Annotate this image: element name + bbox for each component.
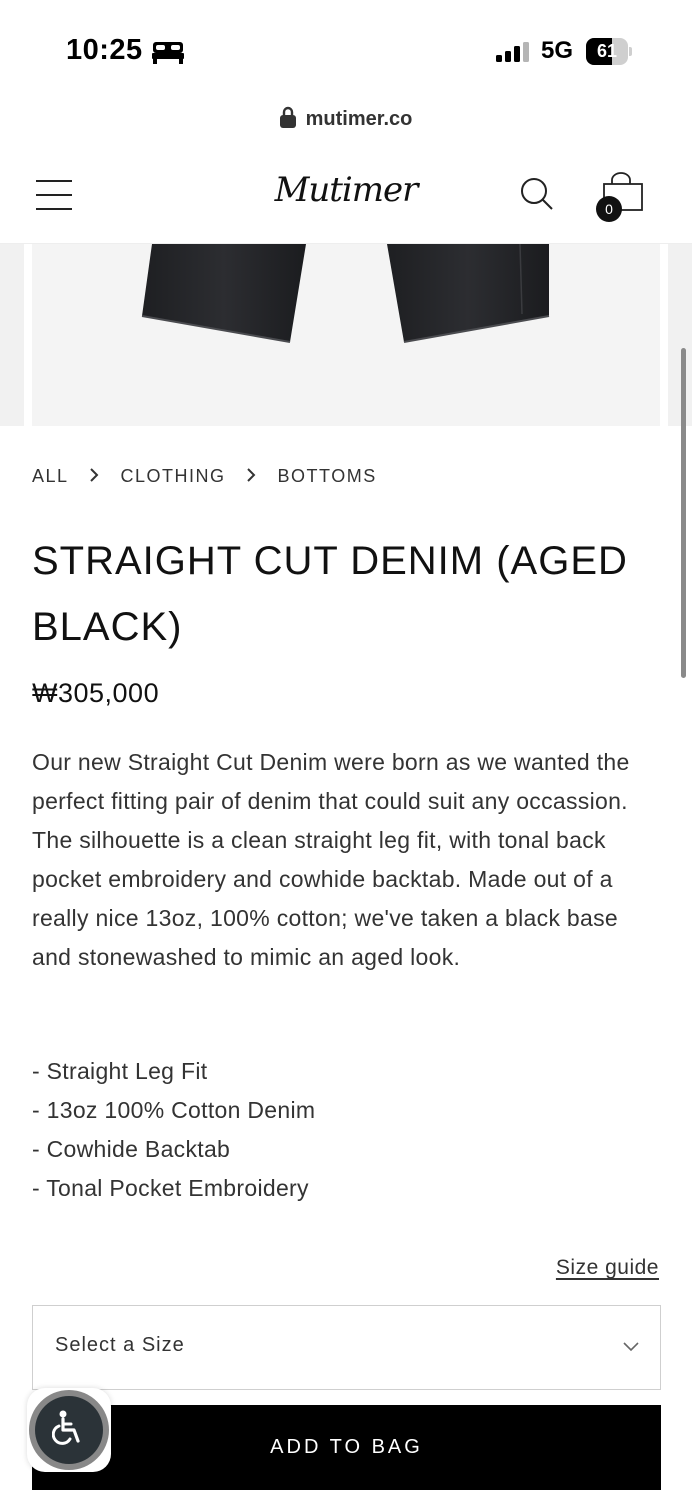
status-time: 10:25	[66, 34, 143, 66]
chevron-down-icon	[622, 1340, 640, 1358]
site-header: Mutimer 0	[0, 150, 692, 244]
product-price: ₩305,000	[32, 678, 160, 708]
product-image[interactable]	[32, 244, 660, 426]
breadcrumb: ALL CLOTHING BOTTOMS	[32, 466, 377, 487]
chevron-right-icon	[89, 466, 99, 487]
accessibility-icon	[51, 1410, 86, 1451]
signal-icon	[496, 42, 532, 67]
page-scrollbar[interactable]	[681, 348, 686, 678]
breadcrumb-clothing[interactable]: CLOTHING	[121, 466, 226, 487]
product-description: Our new Straight Cut Denim were born as …	[32, 749, 630, 970]
gallery-next-image[interactable]	[668, 244, 692, 426]
accessibility-button[interactable]	[27, 1388, 111, 1472]
breadcrumb-bottoms[interactable]: BOTTOMS	[278, 466, 377, 487]
bag-count-badge: 0	[596, 196, 622, 222]
feature-item: - 13oz 100% Cotton Denim	[32, 1097, 316, 1123]
feature-item: - Straight Leg Fit	[32, 1058, 208, 1084]
product-features: - Straight Leg Fit - 13oz 100% Cotton De…	[32, 1052, 662, 1208]
feature-item: - Tonal Pocket Embroidery	[32, 1175, 309, 1201]
site-logo[interactable]: Mutimer	[246, 170, 446, 210]
status-bar: 10:25 5G 61	[0, 0, 692, 100]
feature-item: - Cowhide Backtab	[32, 1136, 231, 1162]
battery-level: 61	[596, 41, 618, 61]
address-bar[interactable]: mutimer.co	[0, 106, 692, 136]
lock-icon	[279, 106, 296, 133]
product-gallery[interactable]	[0, 244, 692, 426]
chevron-right-icon	[246, 466, 256, 487]
size-select-placeholder: Select a Size	[55, 1334, 185, 1356]
size-select[interactable]: Select a Size	[32, 1305, 661, 1390]
network-type: 5G	[541, 37, 574, 64]
menu-icon[interactable]	[36, 178, 72, 212]
search-icon[interactable]	[520, 177, 554, 216]
gallery-prev-image[interactable]	[0, 244, 24, 426]
url-text: mutimer.co	[305, 108, 413, 130]
breadcrumb-all[interactable]: ALL	[32, 466, 69, 487]
add-to-bag-button[interactable]: ADD TO BAG	[32, 1405, 661, 1490]
product-title: STRAIGHT CUT DENIM (AGED BLACK)	[32, 539, 628, 649]
size-guide-link[interactable]: Size guide	[556, 1256, 659, 1280]
bed-icon	[152, 42, 184, 69]
battery-indicator: 61	[586, 38, 632, 65]
